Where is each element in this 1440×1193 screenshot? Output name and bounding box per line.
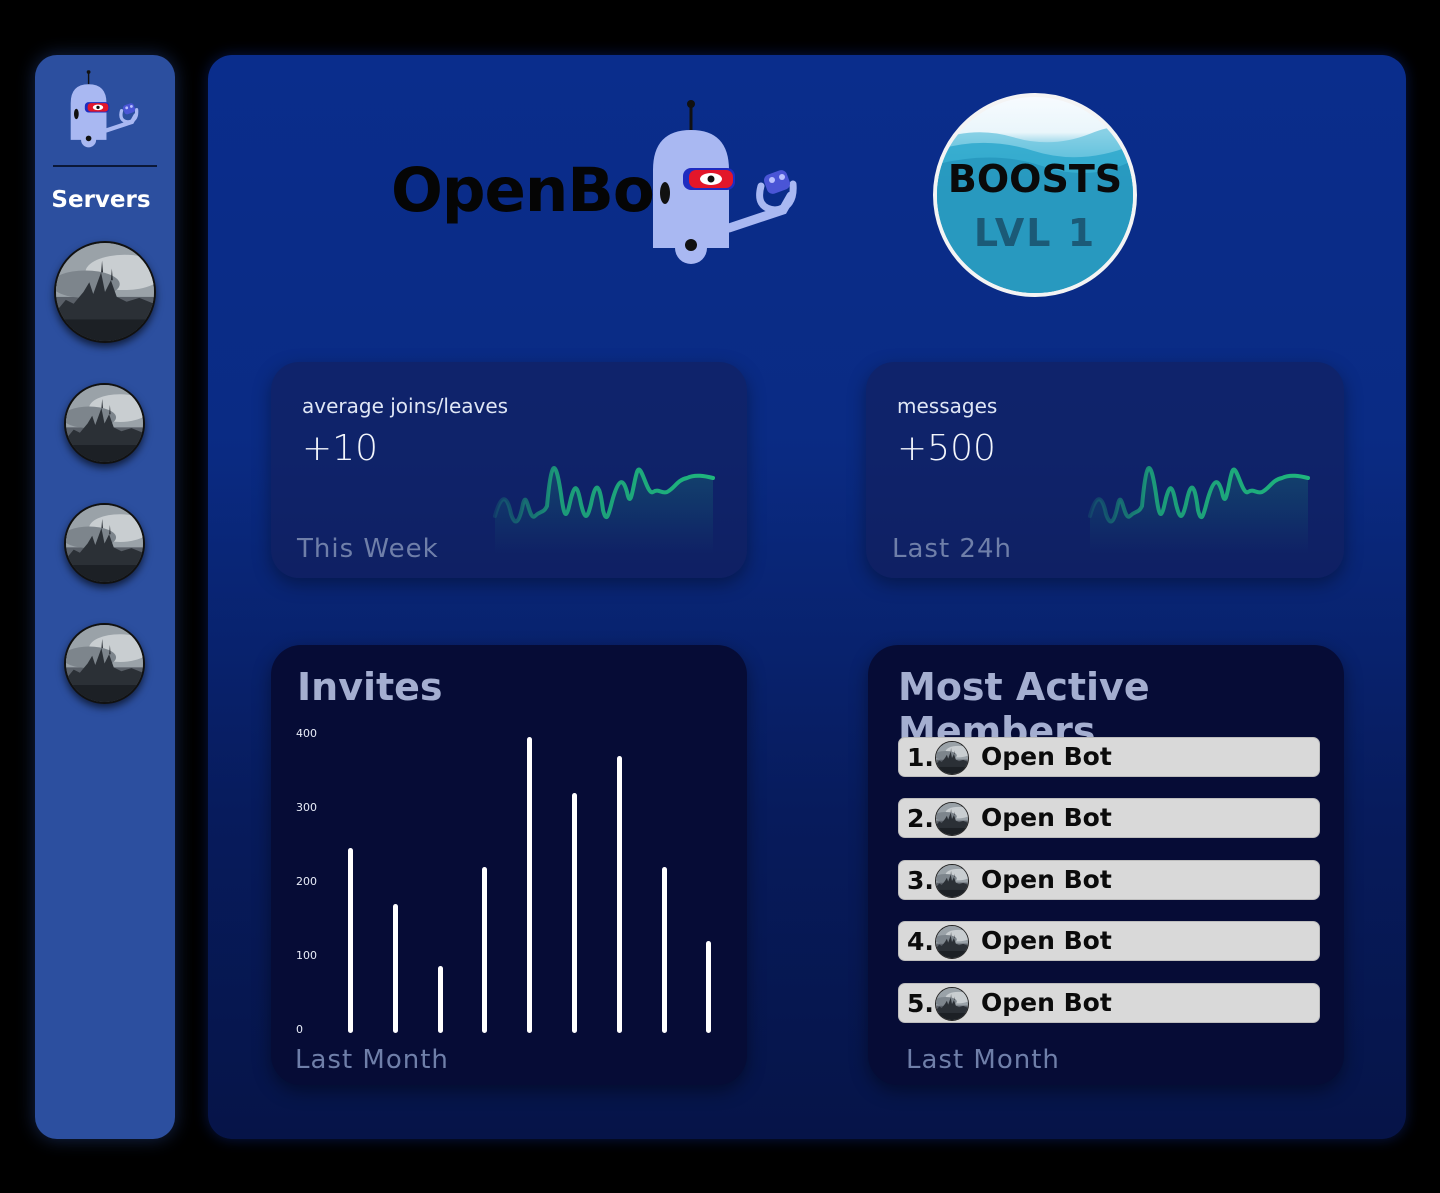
member-name: Open Bot xyxy=(981,926,1112,955)
boosts-badge[interactable]: BOOSTS LVL 1 xyxy=(933,93,1137,297)
invite-bar[interactable] xyxy=(616,755,622,1033)
member-row-5[interactable]: 5. Open Bot xyxy=(898,983,1320,1023)
openbot-logo-icon[interactable] xyxy=(66,69,146,149)
member-avatar-icon xyxy=(935,741,969,775)
member-row-2[interactable]: 2. Open Bot xyxy=(898,798,1320,838)
member-name: Open Bot xyxy=(981,865,1112,894)
stat-value: +10 xyxy=(302,428,378,469)
invite-bar[interactable] xyxy=(572,792,577,1033)
invite-bar[interactable] xyxy=(527,737,533,1033)
server-avatar-icon xyxy=(56,243,154,341)
openbot-mascot-icon xyxy=(643,100,813,265)
server-avatar-1[interactable] xyxy=(54,241,156,343)
server-avatar-4[interactable] xyxy=(64,623,145,704)
member-row-4[interactable]: 4. Open Bot xyxy=(898,921,1320,961)
invite-bar[interactable] xyxy=(348,848,353,1033)
invite-bar[interactable] xyxy=(482,866,488,1033)
invite-bar[interactable] xyxy=(392,903,398,1033)
stat-label: average joins/leaves xyxy=(302,394,509,418)
boosts-level: LVL 1 xyxy=(973,211,1097,255)
stat-value: +500 xyxy=(897,428,996,469)
server-avatar-2[interactable] xyxy=(64,383,145,464)
sparkline-chart xyxy=(493,466,715,554)
brand-title: OpenBot xyxy=(391,155,683,226)
y-tick-label: 200 xyxy=(296,875,317,888)
messages-card: messages +500 Last 24h xyxy=(866,362,1344,578)
invites-period: Last Month xyxy=(295,1045,449,1075)
member-avatar-icon xyxy=(935,925,969,959)
stat-period: Last 24h xyxy=(892,534,1012,564)
server-sidebar: Servers xyxy=(35,55,175,1139)
member-row-1[interactable]: 1. Open Bot xyxy=(898,737,1320,777)
member-rank: 2. xyxy=(907,804,934,833)
dashboard-main: OpenBot BOOSTS LVL 1 average joins/leave… xyxy=(208,55,1406,1139)
invites-title: Invites xyxy=(297,665,443,709)
member-row-3[interactable]: 3. Open Bot xyxy=(898,860,1320,900)
boosts-title: BOOSTS xyxy=(947,157,1123,201)
member-name: Open Bot xyxy=(981,988,1112,1017)
y-tick-label: 100 xyxy=(296,949,317,962)
server-avatar-icon xyxy=(66,625,143,702)
y-tick-label: 300 xyxy=(296,801,317,814)
members-period: Last Month xyxy=(906,1045,1060,1075)
invite-bar[interactable] xyxy=(661,866,667,1033)
member-name: Open Bot xyxy=(981,742,1112,771)
member-rank: 5. xyxy=(907,989,934,1018)
member-rank: 3. xyxy=(907,866,934,895)
server-avatar-icon xyxy=(66,505,143,582)
servers-label: Servers xyxy=(51,187,151,213)
sparkline-chart xyxy=(1088,466,1310,554)
invite-bar[interactable] xyxy=(706,940,712,1033)
member-rank: 1. xyxy=(907,743,934,772)
joins-leaves-card: average joins/leaves +10 This Week xyxy=(271,362,747,578)
stat-period: This Week xyxy=(297,534,439,564)
member-name: Open Bot xyxy=(981,803,1112,832)
server-avatar-icon xyxy=(66,385,143,462)
member-avatar-icon xyxy=(935,802,969,836)
y-tick-label: 400 xyxy=(296,727,317,740)
member-rank: 4. xyxy=(907,927,934,956)
member-avatar-icon xyxy=(935,864,969,898)
invites-panel: Invites 0 100 200 300 400 Last Month xyxy=(271,645,747,1085)
most-active-members-panel: Most Active Members 1. Open Bot 2. Open … xyxy=(868,645,1344,1085)
y-tick-label: 0 xyxy=(296,1023,303,1036)
member-avatar-icon xyxy=(935,987,969,1021)
stat-label: messages xyxy=(897,394,998,418)
server-avatar-3[interactable] xyxy=(64,503,145,584)
sidebar-divider xyxy=(53,165,157,167)
invite-bar[interactable] xyxy=(437,966,443,1033)
